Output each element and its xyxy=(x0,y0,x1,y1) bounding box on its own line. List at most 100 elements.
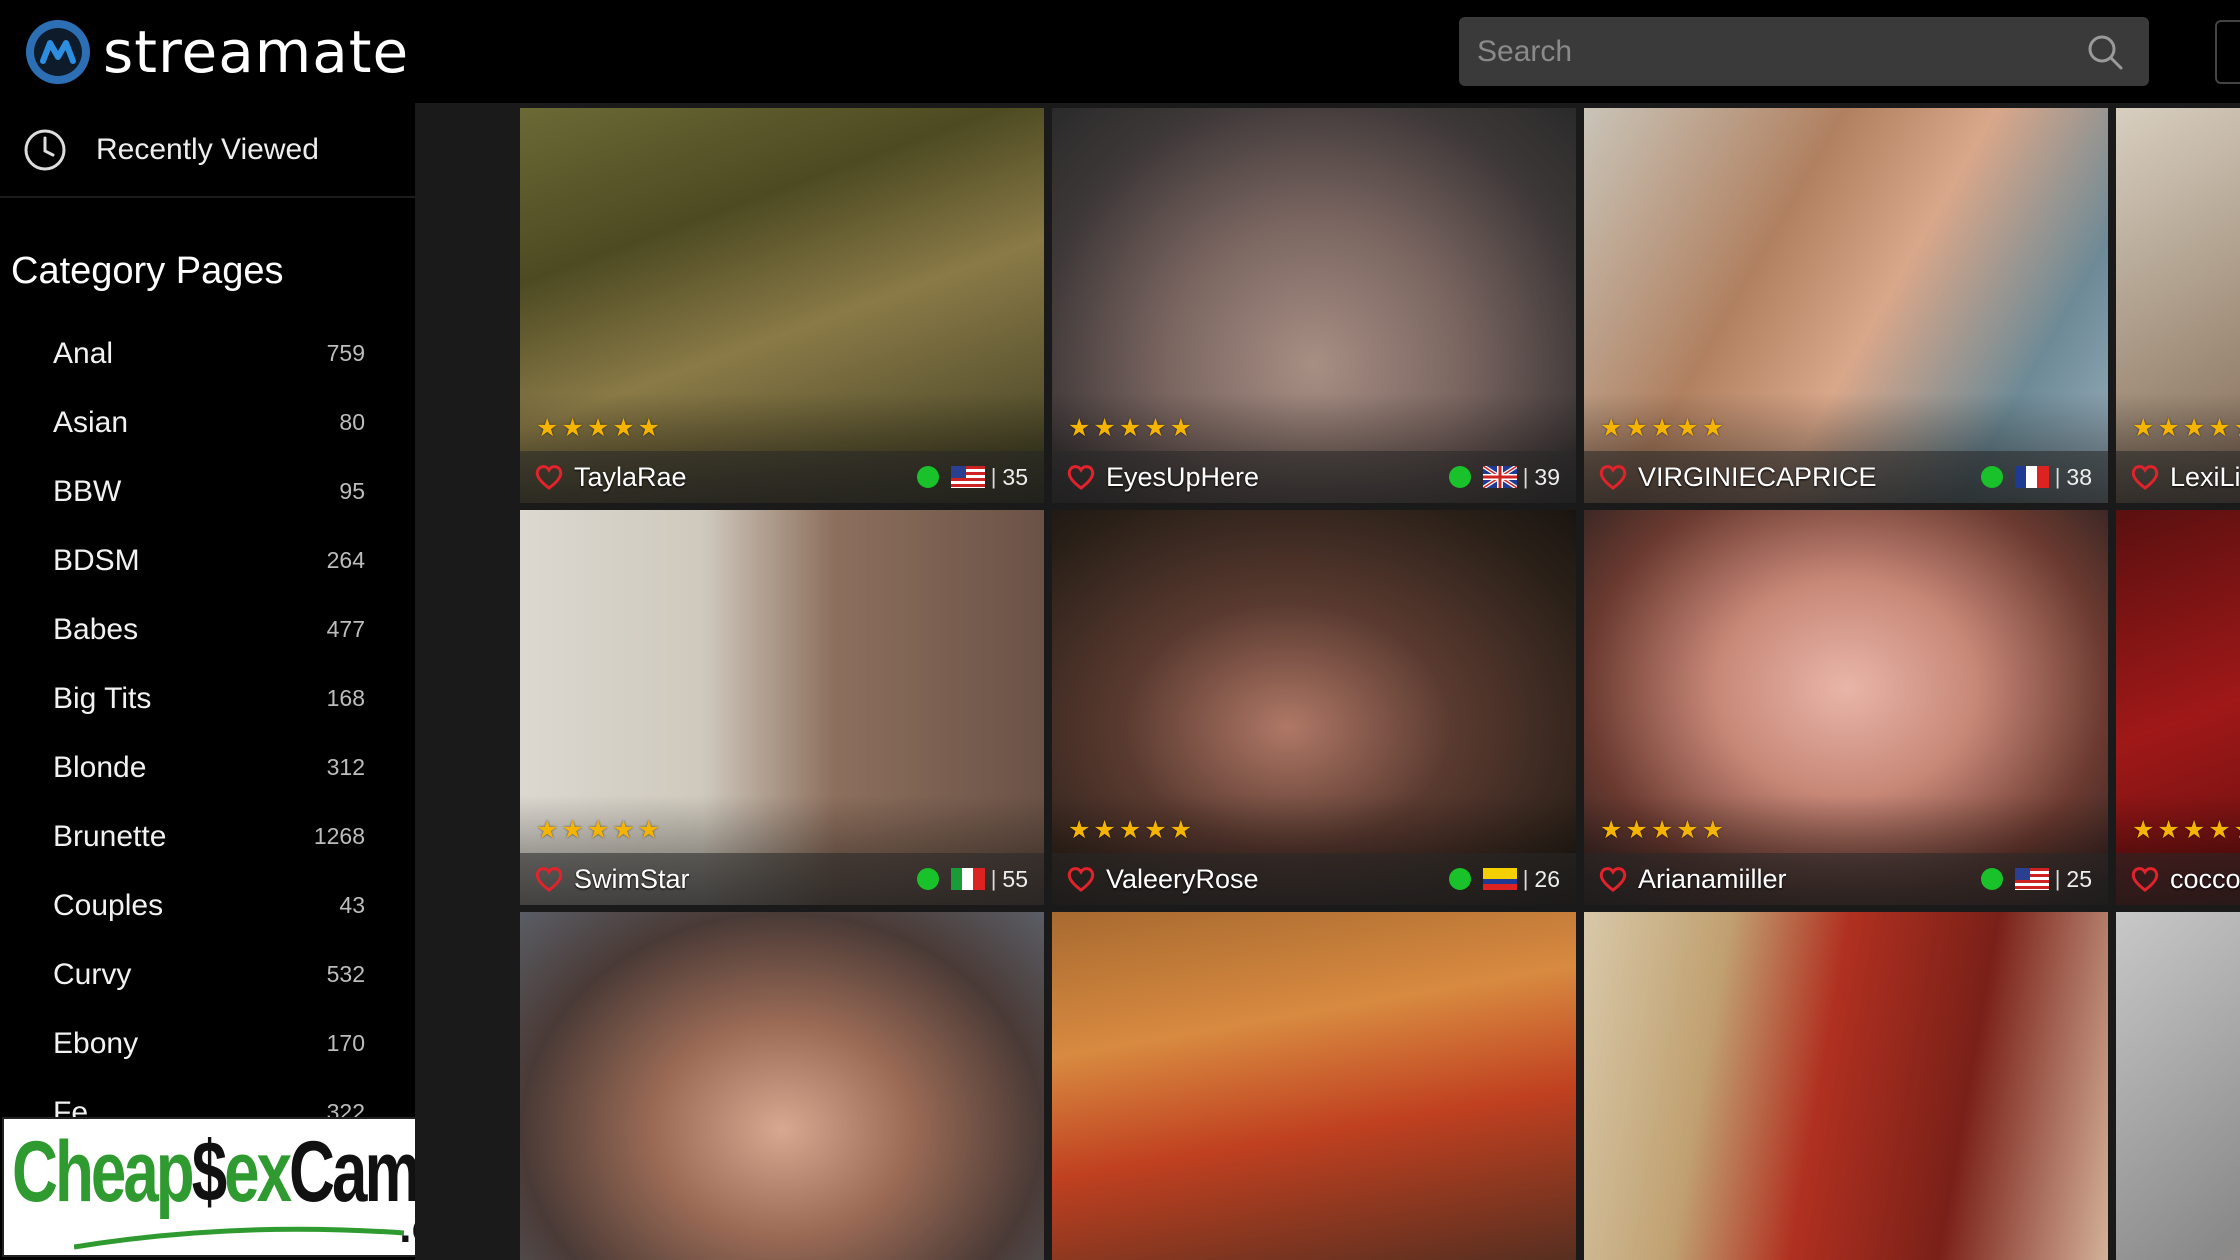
category-name: Anal xyxy=(53,336,114,370)
category-name: Ebony xyxy=(53,1026,139,1060)
category-item-anal[interactable]: Anal 759 xyxy=(0,319,415,388)
italy-flag-icon xyxy=(950,868,985,890)
us-flag-icon xyxy=(950,466,985,488)
category-name: Brunette xyxy=(53,819,167,853)
model-age: 55 xyxy=(1002,865,1028,892)
search-input[interactable] xyxy=(1459,17,2083,86)
rating-stars: ★★★★★ xyxy=(1068,816,1196,844)
category-count: 95 xyxy=(339,478,365,504)
heart-icon[interactable] xyxy=(1598,463,1628,491)
rating-stars: ★★★★★ xyxy=(536,816,664,844)
heart-icon[interactable] xyxy=(1066,865,1096,893)
category-name: BDSM xyxy=(53,543,140,577)
model-thumbnail xyxy=(1052,912,1576,1260)
category-name: Blonde xyxy=(53,750,147,784)
rating-stars: ★★★★★ xyxy=(2132,414,2240,442)
model-card-valeeryrose[interactable]: ★★★★★ ValeeryRose | 26 xyxy=(1052,510,1576,905)
separator: | xyxy=(1522,464,1529,489)
heart-icon[interactable] xyxy=(534,463,564,491)
heart-icon[interactable] xyxy=(1598,865,1628,893)
category-name: Couples xyxy=(53,888,164,922)
uk-flag-icon xyxy=(1482,466,1517,488)
model-thumbnail xyxy=(1584,912,2108,1260)
france-flag-icon xyxy=(2014,466,2049,488)
category-count: 312 xyxy=(326,754,365,780)
heart-icon[interactable] xyxy=(2130,865,2160,893)
category-item-couples[interactable]: Couples 43 xyxy=(0,871,415,940)
model-name: Arianamiiller xyxy=(1638,863,1787,894)
category-count: 264 xyxy=(326,547,365,573)
model-info-bar: EyesUpHere | 39 xyxy=(1052,451,1576,503)
model-info-bar: TaylaRae | 35 xyxy=(520,451,1044,503)
separator: | xyxy=(1522,866,1529,891)
clock-icon xyxy=(24,129,66,170)
heart-icon[interactable] xyxy=(534,865,564,893)
top-bar: streamate xyxy=(0,0,2240,103)
category-count: 170 xyxy=(326,1030,365,1056)
rating-stars: ★★★★★ xyxy=(1600,816,1728,844)
category-count: 80 xyxy=(339,409,365,435)
recently-viewed-link[interactable]: Recently Viewed xyxy=(0,103,415,198)
category-count: 532 xyxy=(326,961,365,987)
colombia-flag-icon xyxy=(1482,868,1517,890)
us-flag-icon xyxy=(2014,868,2049,890)
streamate-logo[interactable]: streamate xyxy=(23,17,409,87)
category-name: Asian xyxy=(53,405,129,439)
model-age: 35 xyxy=(1002,463,1028,490)
separator: | xyxy=(990,866,997,891)
category-item-brunette[interactable]: Brunette 1268 xyxy=(0,802,415,871)
streamate-logo-icon xyxy=(26,20,90,84)
model-age: 39 xyxy=(1534,463,1560,490)
model-card-cocco[interactable]: ★★★★★ cocco xyxy=(2116,510,2240,905)
model-card[interactable]: ★★★★★ xyxy=(2116,912,2240,1260)
category-count: 168 xyxy=(326,685,365,711)
model-card-taylarae[interactable]: ★★★★★ TaylaRae | 35 xyxy=(520,108,1044,503)
category-item-asian[interactable]: Asian 80 xyxy=(0,388,415,457)
heart-icon[interactable] xyxy=(1066,463,1096,491)
model-grid: ★★★★★ TaylaRae | 35 ★★★★★ EyesUpHere | 3… xyxy=(415,103,2240,1260)
category-item-curvy[interactable]: Curvy 532 xyxy=(0,940,415,1009)
model-card-virginiecaprice[interactable]: ★★★★★ VIRGINIECAPRICE | 38 xyxy=(1584,108,2108,503)
online-status-dot xyxy=(1980,868,2003,890)
model-name: SwimStar xyxy=(574,863,690,894)
model-card-arianamiiller[interactable]: ★★★★★ Arianamiiller | 25 xyxy=(1584,510,2108,905)
category-item-big-tits[interactable]: Big Tits 168 xyxy=(0,664,415,733)
category-name: BBW xyxy=(53,474,122,508)
model-card-lexili[interactable]: ★★★★★ LexiLi xyxy=(2116,108,2240,503)
online-status-dot xyxy=(916,868,939,890)
model-thumbnail xyxy=(520,912,1044,1260)
model-info-bar: SwimStar | 55 xyxy=(520,853,1044,905)
brand-name: streamate xyxy=(103,18,410,86)
category-count: 43 xyxy=(339,892,365,918)
model-card[interactable]: ★★★★★ xyxy=(1584,912,2108,1260)
search-icon[interactable] xyxy=(2083,30,2127,74)
online-status-dot xyxy=(1448,466,1471,488)
header-menu-button[interactable] xyxy=(2215,20,2240,84)
category-item-bbw[interactable]: BBW 95 xyxy=(0,457,415,526)
category-pages-heading: Category Pages xyxy=(11,250,284,292)
model-info-bar: LexiLi xyxy=(2116,451,2240,503)
model-card-eyesuphere[interactable]: ★★★★★ EyesUpHere | 39 xyxy=(1052,108,1576,503)
category-item-bdsm[interactable]: BDSM 264 xyxy=(0,526,415,595)
separator: | xyxy=(2054,464,2061,489)
online-status-dot xyxy=(916,466,939,488)
search-box xyxy=(1459,17,2149,86)
model-age: 26 xyxy=(1534,865,1560,892)
sidebar: Recently Viewed Category Pages Anal 759 A… xyxy=(0,103,415,1260)
model-thumbnail xyxy=(2116,912,2240,1260)
category-item-blonde[interactable]: Blonde 312 xyxy=(0,733,415,802)
category-count: 477 xyxy=(326,616,365,642)
separator: | xyxy=(990,464,997,489)
model-name: VIRGINIECAPRICE xyxy=(1638,461,1877,492)
heart-icon[interactable] xyxy=(2130,463,2160,491)
promo-logo-wordmark: Cheap$exCams xyxy=(12,1124,453,1220)
model-card[interactable]: ★★★★★ xyxy=(1052,912,1576,1260)
model-name: cocco xyxy=(2170,863,2240,894)
category-item-babes[interactable]: Babes 477 xyxy=(0,595,415,664)
model-name: LexiLi xyxy=(2170,461,2240,492)
category-list: Anal 759 Asian 80 BBW 95 BDSM 264 Babes 477 B… xyxy=(0,319,415,1147)
model-name: TaylaRae xyxy=(574,461,687,492)
category-item-ebony[interactable]: Ebony 170 xyxy=(0,1009,415,1078)
model-card[interactable]: ★★★★★ xyxy=(520,912,1044,1260)
model-card-swimstar[interactable]: ★★★★★ SwimStar | 55 xyxy=(520,510,1044,905)
